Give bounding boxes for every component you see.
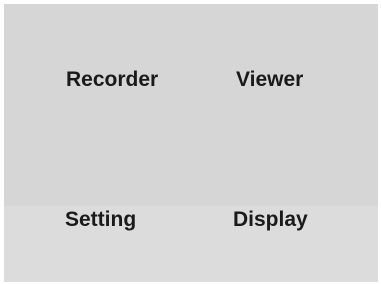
bottom-panel: [4, 206, 378, 282]
recorder-menu-item[interactable]: Recorder: [66, 68, 158, 92]
display-menu-item[interactable]: Display: [233, 208, 308, 232]
main-menu-screen: Recorder Viewer Setting Display: [4, 4, 378, 282]
viewer-menu-item[interactable]: Viewer: [236, 68, 303, 92]
setting-menu-item[interactable]: Setting: [65, 208, 136, 232]
